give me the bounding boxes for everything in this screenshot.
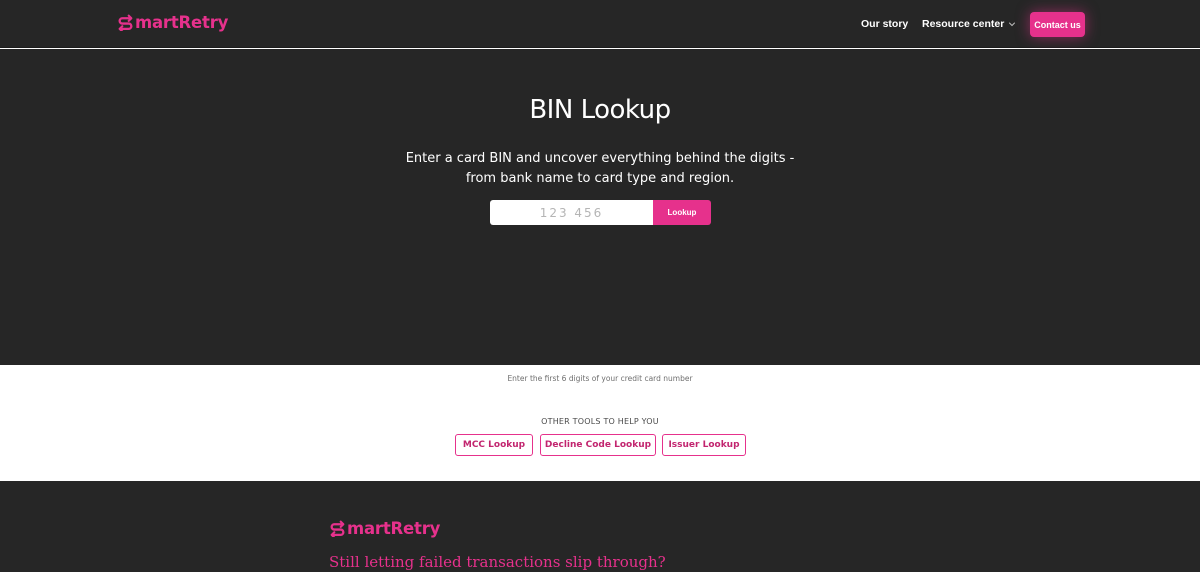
hero-section: BIN Lookup Enter a card BIN and uncover … [0,49,1200,365]
footer-logo-text: martRetry [347,519,441,538]
s-arrows-icon [330,520,345,537]
s-arrows-icon [118,14,133,31]
bin-input[interactable] [490,200,653,225]
other-tools-section: Enter the first 6 digits of your credit … [0,365,1200,481]
footer-tagline: Still letting failed transactions slip t… [329,553,666,571]
resource-center-label: Resource center [922,18,1005,30]
lookup-button[interactable]: Lookup [653,200,711,225]
issuer-lookup-button[interactable]: Issuer Lookup [662,434,746,456]
page-title: BIN Lookup [529,95,671,125]
hero-description-line-2: from bank name to card type and region. [465,171,735,186]
decline-code-lookup-button[interactable]: Decline Code Lookup [540,434,656,456]
mcc-lookup-button[interactable]: MCC Lookup [455,434,533,456]
footer: martRetry Still letting failed transacti… [0,481,1200,572]
chevron-down-icon [1009,22,1016,27]
nav-link-resource-center[interactable]: Resource center [922,18,1016,30]
nav-link-our-story[interactable]: Our story [861,18,908,30]
smartretry-logo[interactable]: martRetry [117,13,228,32]
hero-description: Enter a card BIN and uncover everything … [0,149,1200,189]
top-navbar: martRetry Our story Resource center Cont… [0,0,1200,48]
hero-description-line-1: Enter a card BIN and uncover everything … [405,151,795,166]
bin-hint-text: Enter the first 6 digits of your credit … [507,374,693,383]
contact-us-button[interactable]: Contact us [1030,12,1085,37]
logo-text: martRetry [135,13,229,32]
other-tools-heading: OTHER TOOLS TO HELP YOU [541,417,659,426]
footer-logo[interactable]: martRetry [329,519,440,538]
